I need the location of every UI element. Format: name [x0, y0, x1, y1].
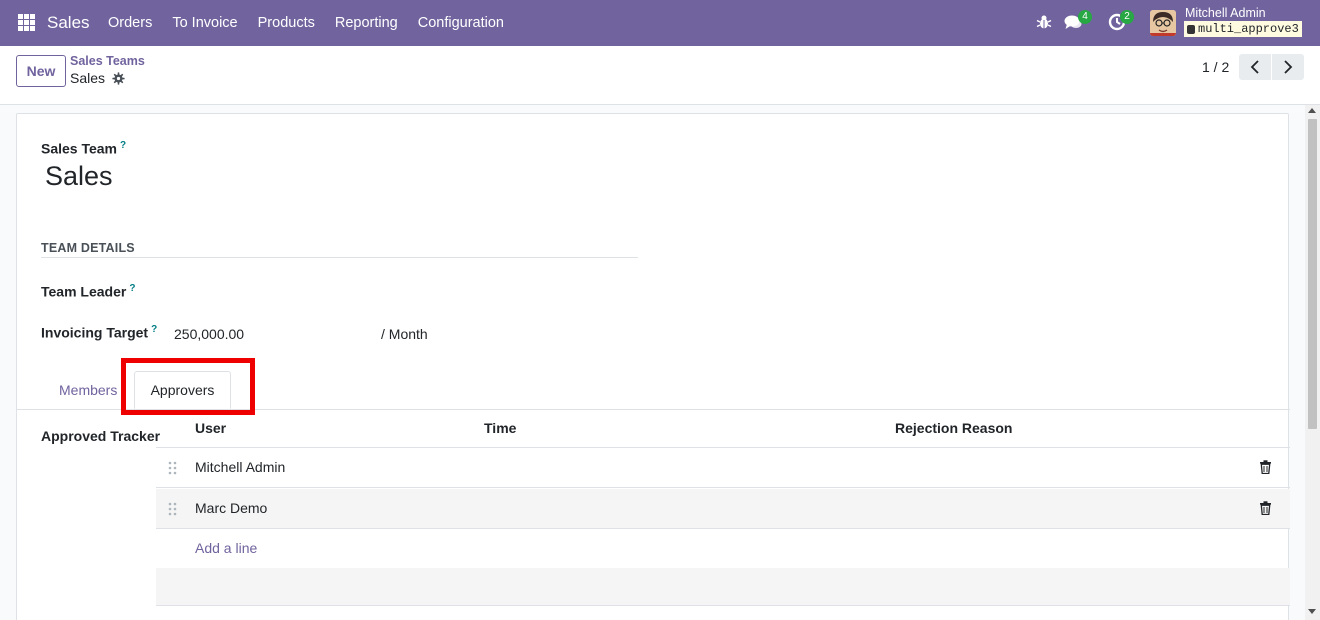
help-tooltip-icon[interactable]: ? — [151, 324, 157, 335]
section-title-team-details: TEAM DETAILS — [41, 241, 135, 255]
messages-count-badge: 4 — [1078, 10, 1092, 24]
scroll-thumb[interactable] — [1308, 119, 1317, 429]
invoicing-target-label: Invoicing Target? — [41, 324, 158, 341]
menu-configuration[interactable]: Configuration — [408, 0, 514, 46]
chevron-right-icon — [1284, 60, 1293, 74]
menu-orders[interactable]: Orders — [98, 0, 162, 46]
top-navbar: Sales Orders To Invoice Products Reporti… — [0, 0, 1320, 46]
trash-icon[interactable] — [1259, 501, 1272, 515]
menu-products[interactable]: Products — [248, 0, 325, 46]
form-sheet: Sales Team? Sales TEAM DETAILS Team Lead… — [16, 113, 1290, 620]
menu-to-invoice[interactable]: To Invoice — [162, 0, 247, 46]
breadcrumb-current-label: Sales — [70, 70, 106, 86]
control-panel: New Sales Teams Sales 1 / 2 — [0, 46, 1320, 105]
database-icon — [1187, 24, 1195, 34]
column-header-time[interactable]: Time — [484, 420, 516, 436]
menu-reporting[interactable]: Reporting — [325, 0, 408, 46]
team-name-field[interactable]: Sales — [45, 161, 113, 192]
app-brand[interactable]: Sales — [47, 13, 90, 33]
column-header-user[interactable]: User — [195, 420, 226, 436]
bug-icon[interactable] — [1036, 14, 1052, 30]
page-scrollbar[interactable] — [1305, 105, 1320, 620]
breadcrumb-parent[interactable]: Sales Teams — [70, 54, 145, 68]
tab-approvers[interactable]: Approvers — [134, 371, 231, 409]
sales-team-label: Sales Team? — [41, 140, 127, 157]
drag-handle-icon[interactable] — [168, 502, 177, 516]
pager-value[interactable]: 1 / 2 — [1202, 59, 1229, 75]
new-button[interactable]: New — [16, 55, 66, 87]
invoicing-target-unit: / Month — [381, 326, 428, 342]
cell-user[interactable]: Marc Demo — [195, 500, 267, 516]
chevron-left-icon — [1250, 60, 1259, 74]
user-name[interactable]: Mitchell Admin — [1185, 6, 1266, 20]
scroll-down-arrow-icon[interactable] — [1308, 609, 1316, 614]
tab-members[interactable]: Members — [49, 372, 127, 410]
gear-icon[interactable] — [112, 71, 125, 85]
team-leader-label: Team Leader? — [41, 283, 136, 300]
pager-previous-button[interactable] — [1239, 54, 1271, 80]
main-menu: Orders To Invoice Products Reporting Con… — [98, 0, 514, 46]
section-divider — [41, 257, 638, 258]
user-avatar[interactable] — [1150, 10, 1176, 36]
trash-icon[interactable] — [1259, 460, 1272, 474]
database-name: multi_approve3 — [1198, 22, 1299, 36]
add-line-link[interactable]: Add a line — [195, 540, 257, 556]
breadcrumb-current: Sales — [70, 70, 125, 86]
pager-next-button[interactable] — [1272, 54, 1304, 80]
table-row[interactable]: Mitchell Admin — [156, 448, 1290, 488]
approved-tracker-label: Approved Tracker — [41, 428, 161, 444]
table-empty-row — [156, 568, 1290, 606]
table-header: User Time Rejection Reason — [156, 410, 1290, 448]
add-line-row: Add a line — [156, 530, 1290, 570]
column-header-rejection-reason[interactable]: Rejection Reason — [895, 420, 1012, 436]
help-tooltip-icon[interactable]: ? — [129, 283, 135, 294]
drag-handle-icon[interactable] — [168, 461, 177, 475]
help-tooltip-icon[interactable]: ? — [120, 140, 126, 151]
apps-grid-icon[interactable] — [18, 14, 35, 31]
database-badge: multi_approve3 — [1184, 21, 1302, 37]
invoicing-target-field[interactable]: 250,000.00 — [174, 326, 244, 342]
cell-user[interactable]: Mitchell Admin — [195, 459, 285, 475]
scroll-up-arrow-icon[interactable] — [1308, 108, 1316, 113]
activities-count-badge: 2 — [1120, 10, 1134, 24]
table-row[interactable]: Marc Demo — [156, 489, 1290, 529]
